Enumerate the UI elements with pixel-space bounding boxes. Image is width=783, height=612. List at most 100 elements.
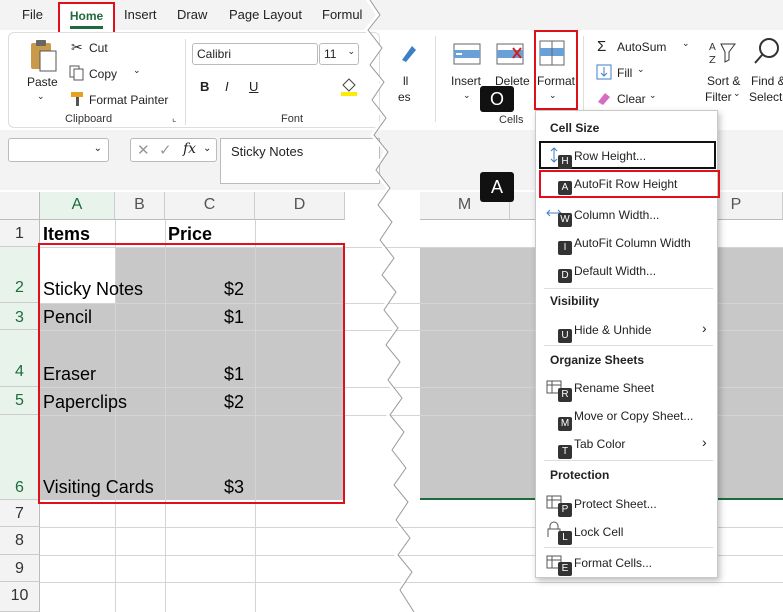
row-header-3[interactable]: 3 xyxy=(0,303,40,330)
cell-c1[interactable]: Price xyxy=(168,224,212,245)
tab-file[interactable]: File xyxy=(22,7,43,22)
keytip-m: M xyxy=(558,417,572,431)
enter-icon[interactable]: ✓ xyxy=(159,141,172,159)
column-header-d[interactable]: D xyxy=(255,192,345,220)
row-header-4[interactable]: 4 xyxy=(0,330,40,387)
formula-controls: ✕ ✓ fx ⌄ xyxy=(130,138,217,162)
row-header-1[interactable]: 1 xyxy=(0,220,40,247)
column-header-b[interactable]: B xyxy=(115,192,165,220)
divider xyxy=(435,36,436,122)
font-group-label: Font xyxy=(281,113,304,125)
row-header-10[interactable]: 10 xyxy=(0,582,40,612)
underline-button[interactable]: U xyxy=(249,79,258,94)
menu-item-tab-color[interactable]: Tab Color xyxy=(574,437,625,451)
find-select-label-1[interactable]: Find & xyxy=(751,74,783,88)
copy-icon[interactable] xyxy=(69,65,85,81)
keytip-badge-o: O xyxy=(480,86,514,112)
keytip-d: D xyxy=(558,269,572,283)
sort-filter-icon[interactable]: AZ xyxy=(707,38,737,68)
menu-section-protection: Protection xyxy=(550,468,610,482)
keytip-badge-a: A xyxy=(480,172,514,202)
autosum-icon[interactable]: Σ xyxy=(597,38,606,55)
row-header-9[interactable]: 9 xyxy=(0,555,40,582)
select-all-corner[interactable] xyxy=(0,192,40,220)
insert-function-button[interactable]: fx xyxy=(183,141,196,157)
clear-button[interactable]: Clear xyxy=(617,92,646,106)
menu-item-autofit-column-width[interactable]: AutoFit Column Width xyxy=(574,236,691,250)
clear-dropdown-icon[interactable]: ⌄ xyxy=(649,90,657,101)
keytip-h: H xyxy=(558,155,572,169)
row-header-2[interactable]: 2 xyxy=(0,247,40,303)
find-select-label-2[interactable]: Select xyxy=(749,90,782,104)
row-header-8[interactable]: 8 xyxy=(0,527,40,555)
autofit-row-height-label: AutoFit Row Height xyxy=(574,177,678,191)
keytip-r: R xyxy=(558,388,572,402)
keytip-i: I xyxy=(558,241,572,255)
keytip-e: E xyxy=(558,562,572,576)
menu-item-hide-unhide[interactable]: Hide & Unhide xyxy=(574,323,651,337)
fx-dropdown-icon[interactable]: ⌄ xyxy=(203,143,211,154)
sort-filter-dropdown-icon[interactable]: ⌄ xyxy=(733,88,741,99)
format-painter-icon[interactable] xyxy=(69,91,87,107)
tab-home[interactable]: Home xyxy=(58,2,115,34)
keytip-p: P xyxy=(558,503,572,517)
menu-item-rename-sheet[interactable]: Rename Sheet xyxy=(574,381,654,395)
tab-draw[interactable]: Draw xyxy=(177,7,207,22)
name-box-dropdown-icon[interactable]: ⌄ xyxy=(94,143,102,154)
menu-divider xyxy=(544,460,713,461)
chevron-right-icon: › xyxy=(702,434,707,450)
paste-dropdown-icon[interactable]: ⌄ xyxy=(37,91,45,102)
delete-cells-icon[interactable] xyxy=(495,40,525,68)
find-select-icon[interactable] xyxy=(753,36,783,66)
fill-button[interactable]: Fill xyxy=(617,66,632,80)
menu-item-move-copy-sheet[interactable]: Move or Copy Sheet... xyxy=(574,409,693,423)
sort-filter-label-1[interactable]: Sort & xyxy=(707,74,740,88)
autosum-dropdown-icon[interactable]: ⌄ xyxy=(682,38,690,49)
name-box[interactable]: ⌄ xyxy=(8,138,109,162)
tab-page-layout[interactable]: Page Layout xyxy=(229,7,302,22)
menu-item-default-width[interactable]: Default Width... xyxy=(574,264,656,278)
menu-item-lock-cell[interactable]: Lock Cell xyxy=(574,525,623,539)
row-height-label: Row Height... xyxy=(574,149,647,163)
svg-text:A: A xyxy=(709,42,716,53)
cut-button[interactable]: Cut xyxy=(89,41,108,55)
row-header-7[interactable]: 7 xyxy=(0,500,40,527)
fill-down-icon[interactable] xyxy=(596,64,612,80)
copy-button[interactable]: Copy xyxy=(89,67,117,81)
fill-dropdown-icon[interactable]: ⌄ xyxy=(637,64,645,75)
paste-label[interactable]: Paste xyxy=(27,75,58,89)
bold-button[interactable]: B xyxy=(200,79,209,94)
column-header-a[interactable]: A xyxy=(40,192,115,220)
torn-edge-divider xyxy=(364,0,415,612)
eraser-icon[interactable] xyxy=(596,90,612,106)
insert-cells-icon[interactable] xyxy=(452,40,482,68)
tab-home-label: Home xyxy=(69,9,104,23)
copy-dropdown-icon[interactable]: ⌄ xyxy=(133,65,141,76)
column-header-c[interactable]: C xyxy=(165,192,255,220)
paste-icon[interactable] xyxy=(27,39,59,73)
tab-insert[interactable]: Insert xyxy=(124,7,157,22)
menu-divider xyxy=(544,547,713,548)
menu-item-protect-sheet[interactable]: Protect Sheet... xyxy=(574,497,657,511)
row-header-5[interactable]: 5 xyxy=(0,387,40,415)
cancel-icon[interactable]: ✕ xyxy=(137,141,150,159)
font-size-value: 11 xyxy=(324,47,337,61)
selection-highlight-box xyxy=(38,243,345,504)
keytip-u: U xyxy=(558,329,572,343)
clipboard-launcher-icon[interactable]: ⌞ xyxy=(172,113,176,124)
format-painter-button[interactable]: Format Painter xyxy=(89,93,168,107)
font-name-combo[interactable]: Calibri xyxy=(192,43,318,65)
formula-value: Sticky Notes xyxy=(231,144,304,159)
cell-a1[interactable]: Items xyxy=(43,224,90,245)
cut-icon[interactable]: ✂ xyxy=(71,39,83,56)
sort-filter-label-2[interactable]: Filter xyxy=(705,90,732,104)
keytip-w: W xyxy=(558,213,572,227)
italic-button[interactable]: I xyxy=(225,79,229,94)
insert-cells-button[interactable]: Insert xyxy=(451,74,481,88)
row-header-6[interactable]: 6 xyxy=(0,415,40,500)
menu-item-column-width[interactable]: Column Width... xyxy=(574,208,659,222)
autosum-button[interactable]: AutoSum xyxy=(617,40,666,54)
ribbon-left: Paste ⌄ ✂ Cut Copy ⌄ Format Painter Clip… xyxy=(8,32,380,128)
insert-dropdown-icon[interactable]: ⌄ xyxy=(463,90,471,101)
menu-item-format-cells[interactable]: Format Cells... xyxy=(574,556,652,570)
